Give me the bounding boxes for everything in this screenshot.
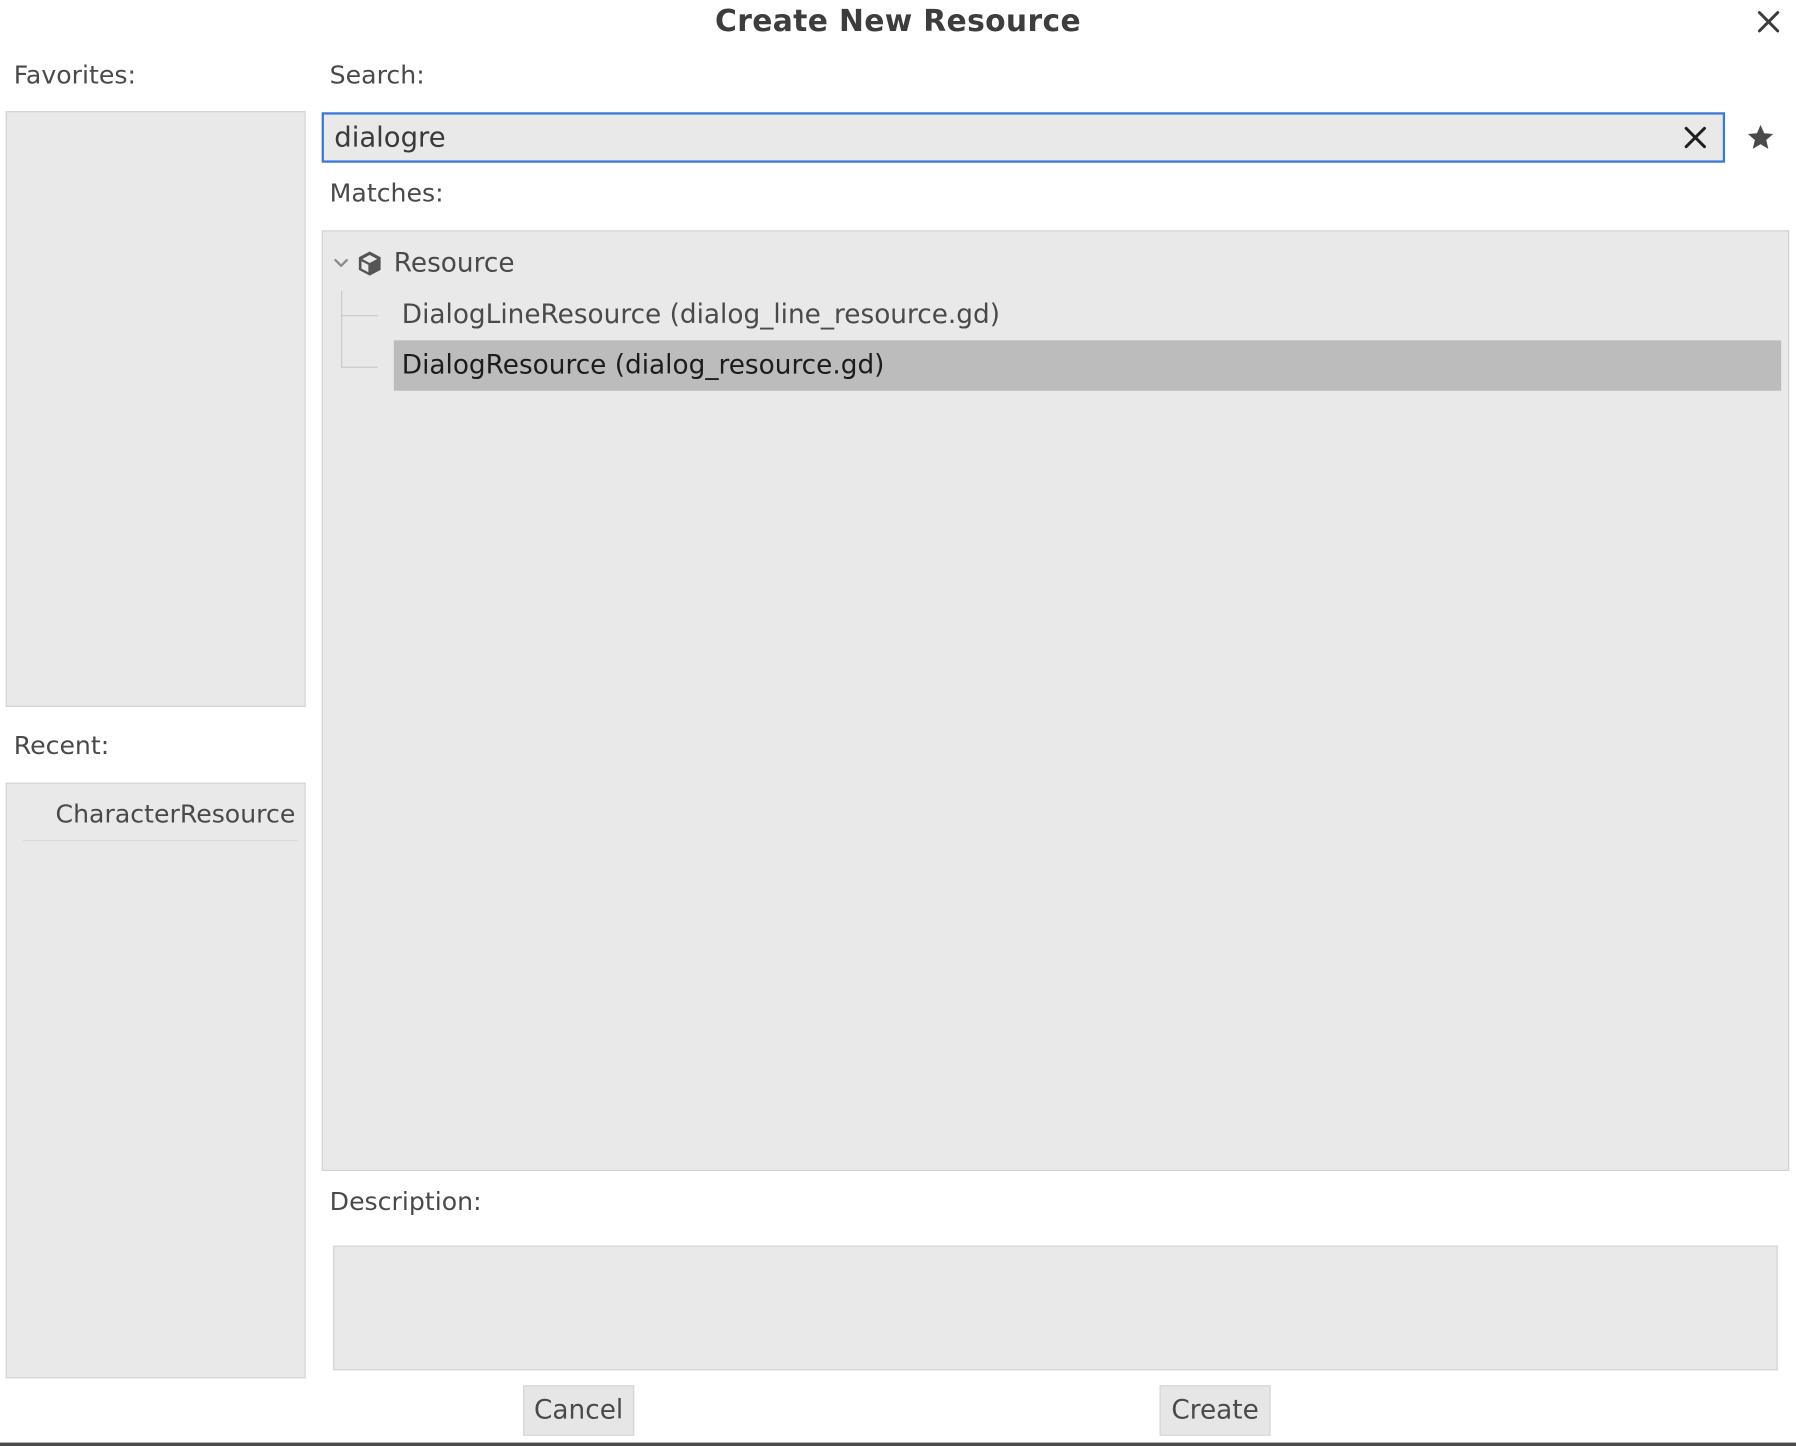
close-icon bbox=[1757, 11, 1780, 33]
create-button[interactable]: Create bbox=[1159, 1385, 1271, 1436]
tree-item-label: DialogLineResource (dialog_line_resource… bbox=[401, 300, 1000, 330]
tree-connector-vertical bbox=[341, 291, 343, 368]
tree-item-label: Resource bbox=[393, 248, 515, 279]
cancel-button[interactable]: Cancel bbox=[523, 1385, 635, 1436]
close-dialog-button[interactable] bbox=[1749, 2, 1788, 41]
window-bottom-border bbox=[0, 1442, 1796, 1446]
search-input[interactable]: dialogre bbox=[321, 112, 1726, 163]
matches-label: Matches: bbox=[329, 179, 444, 209]
favorites-label: Favorites: bbox=[13, 61, 136, 91]
tree-item-dialog-resource[interactable]: DialogResource (dialog_resource.gd) bbox=[393, 340, 1782, 391]
clear-icon bbox=[1684, 126, 1706, 149]
tree-item-label: DialogResource (dialog_resource.gd) bbox=[401, 350, 885, 381]
add-favorite-button[interactable] bbox=[1738, 115, 1784, 161]
dialog-title: Create New Resource bbox=[715, 4, 1082, 39]
collapse-arrow-icon[interactable] bbox=[332, 258, 350, 269]
tree-item-resource[interactable]: Resource bbox=[332, 238, 790, 288]
resource-cube-icon bbox=[355, 249, 385, 279]
search-label: Search: bbox=[329, 61, 425, 91]
recent-label: Recent: bbox=[13, 732, 110, 761]
description-box bbox=[333, 1245, 1778, 1371]
star-icon bbox=[1747, 124, 1774, 149]
recent-list[interactable]: CharacterResource bbox=[5, 782, 306, 1379]
tree-connector-branch bbox=[341, 315, 378, 317]
favorites-list[interactable] bbox=[5, 111, 306, 707]
matches-tree[interactable]: Resource DialogLineResource (dialog_line… bbox=[321, 230, 1790, 1172]
recent-item-character-resource[interactable]: CharacterResource bbox=[22, 791, 298, 842]
search-input-value: dialogre bbox=[334, 121, 446, 154]
description-label: Description: bbox=[329, 1188, 482, 1217]
create-resource-dialog: Create New Resource Favorites: Recent: C… bbox=[0, 0, 1796, 1446]
tree-connector-branch bbox=[341, 366, 378, 368]
clear-search-button[interactable] bbox=[1677, 119, 1714, 156]
tree-item-dialog-line-resource[interactable]: DialogLineResource (dialog_line_resource… bbox=[394, 290, 1781, 340]
